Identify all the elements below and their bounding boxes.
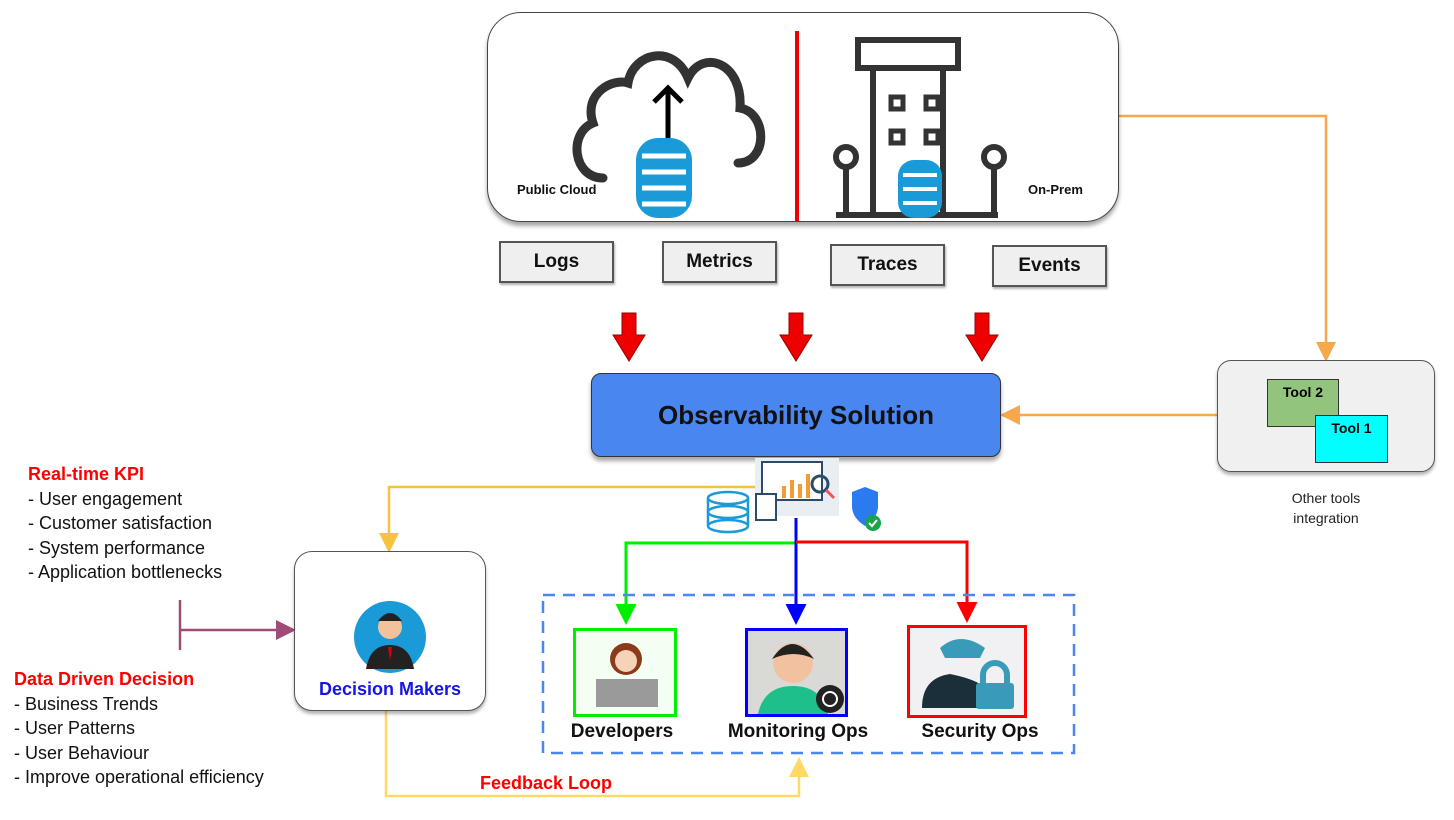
developers-label: Developers [570, 721, 674, 742]
observability-solution: Observability Solution [591, 373, 1001, 457]
feedback-loop-label: Feedback Loop [480, 773, 613, 793]
building-icon [833, 37, 1007, 218]
security-ops-image [907, 625, 1027, 718]
kpi-item: - User engagement [28, 488, 183, 509]
signal-metrics: Metrics [662, 241, 777, 283]
decision-makers-panel: Decision Makers [294, 551, 486, 711]
dashboard-icon [706, 458, 881, 534]
ddd-title: Data Driven Decision [14, 669, 195, 689]
kpi-item: - Customer satisfaction [28, 513, 213, 533]
signal-events: Events [992, 245, 1107, 287]
developers-image [573, 628, 677, 717]
other-tools-panel: Tool 2 Tool 1 [1217, 360, 1435, 472]
decision-makers-label: Decision Makers [318, 679, 462, 699]
developer-icon [596, 643, 658, 707]
security-ops-label: Security Ops [921, 721, 1039, 742]
onprem-to-tools-arrow [1119, 114, 1336, 362]
to-security-arrow [796, 540, 978, 623]
tools-caption-line1: Other tools [1291, 490, 1361, 506]
public-cloud-label: Public Cloud [517, 182, 597, 197]
security-lock-icon [922, 639, 1014, 709]
kpi-to-decision-arrow [178, 600, 286, 650]
tool-1: Tool 1 [1315, 415, 1388, 463]
on-prem-label: On-Prem [1028, 182, 1083, 197]
monitoring-ops-image [745, 628, 848, 717]
businessman-icon [354, 601, 426, 673]
tools-caption: Other tools integration [1266, 488, 1386, 528]
to-developers-arrow [615, 541, 796, 625]
sources-panel: Public Cloud On-Prem [487, 12, 1119, 222]
monitoring-ops-label: Monitoring Ops [727, 721, 869, 742]
cloud-upload-icon [572, 51, 766, 218]
monitoring-person-icon [758, 643, 844, 714]
signal-logs: Logs [499, 241, 614, 283]
kpi-item: - Application bottlenecks [28, 562, 223, 582]
ddd-item: - Business Trends [14, 693, 159, 714]
tools-caption-line2: integration [1293, 510, 1359, 526]
ddd-item: - User Patterns [14, 718, 136, 738]
signal-traces: Traces [830, 244, 945, 286]
kpi-item: - System performance [28, 537, 206, 558]
down-arrow-icon [612, 312, 999, 362]
kpi-list: Real-time KPI - User engagement - Custom… [28, 462, 222, 585]
ddd-list: Data Driven Decision - Business Trends -… [14, 667, 264, 790]
ddd-item: - Improve operational efficiency [14, 767, 264, 787]
kpi-title: Real-time KPI [28, 464, 145, 484]
ddd-item: - User Behaviour [14, 742, 150, 763]
divider [795, 31, 799, 221]
